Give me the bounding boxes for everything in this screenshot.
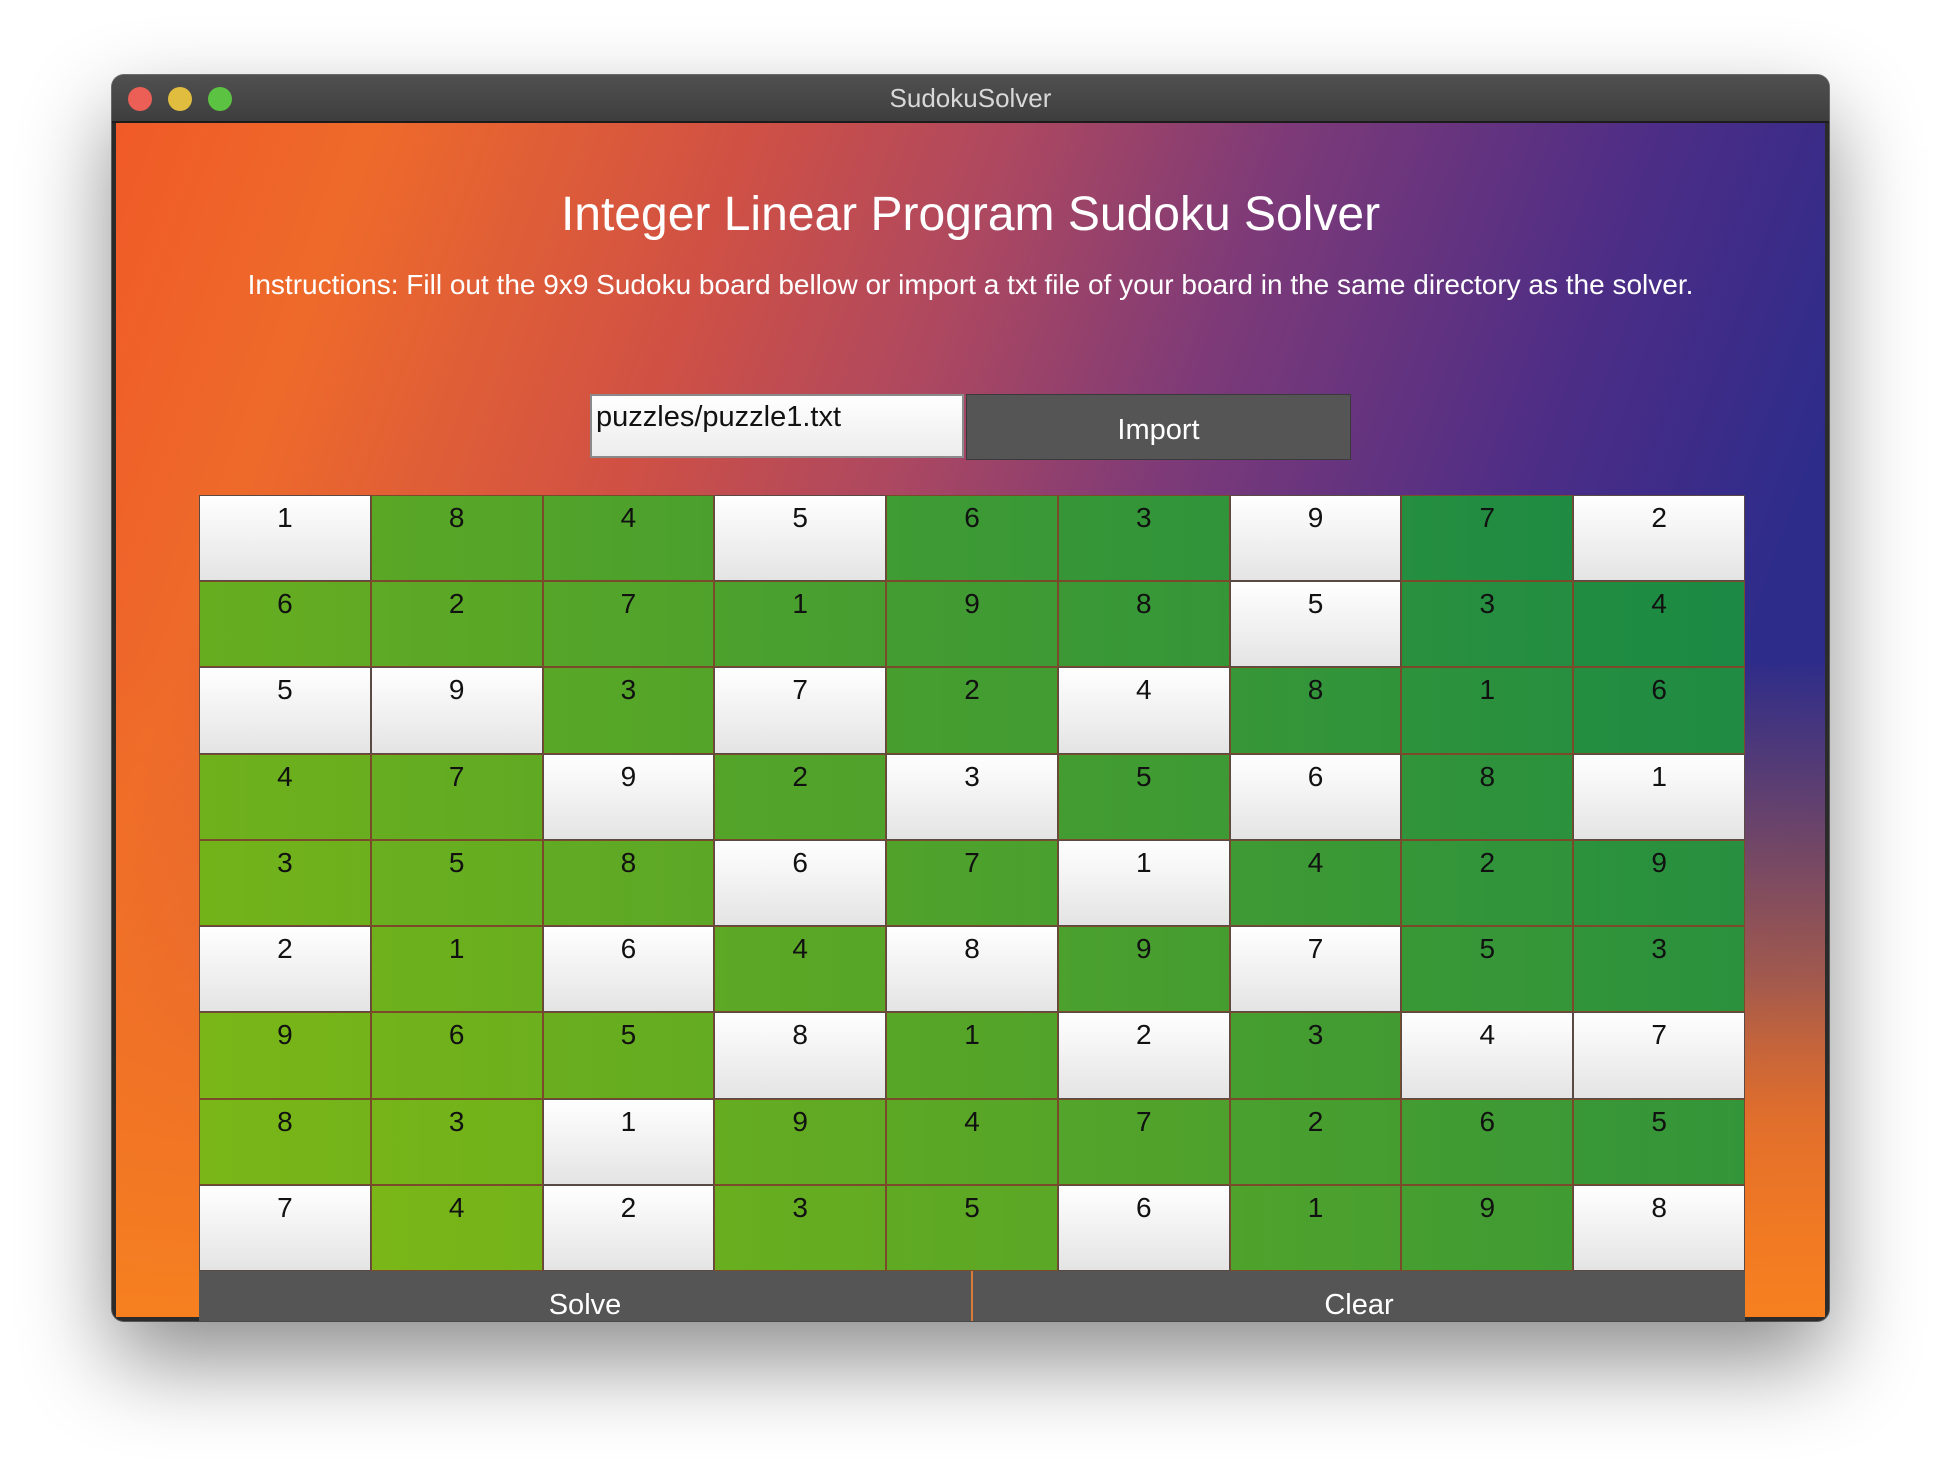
sudoku-cell[interactable]: 5 bbox=[714, 495, 887, 582]
sudoku-cell[interactable]: 7 bbox=[1401, 495, 1574, 582]
sudoku-cell[interactable]: 1 bbox=[1057, 839, 1230, 927]
sudoku-cell[interactable]: 1 bbox=[886, 1012, 1058, 1099]
sudoku-cell[interactable]: 3 bbox=[886, 753, 1058, 840]
sudoku-cell[interactable]: 1 bbox=[370, 926, 543, 1013]
sudoku-cell[interactable]: 8 bbox=[199, 1098, 371, 1185]
sudoku-cell[interactable]: 9 bbox=[1573, 839, 1745, 927]
app-content: Integer Linear Program Sudoku Solver Ins… bbox=[116, 123, 1825, 1321]
sudoku-cell[interactable]: 8 bbox=[370, 495, 543, 582]
sudoku-cell[interactable]: 7 bbox=[1057, 1098, 1230, 1185]
sudoku-cell[interactable]: 6 bbox=[542, 926, 715, 1013]
window-title: SudokuSolver bbox=[889, 83, 1052, 113]
sudoku-cell[interactable]: 8 bbox=[1229, 667, 1402, 754]
sudoku-cell[interactable]: 1 bbox=[1573, 753, 1745, 840]
sudoku-cell[interactable]: 5 bbox=[886, 1184, 1058, 1271]
sudoku-cell[interactable]: 4 bbox=[542, 495, 715, 582]
sudoku-cell[interactable]: 8 bbox=[1573, 1184, 1745, 1271]
sudoku-cell[interactable]: 7 bbox=[714, 667, 887, 754]
sudoku-cell[interactable]: 3 bbox=[542, 667, 715, 754]
sudoku-cell[interactable]: 8 bbox=[1401, 753, 1574, 840]
sudoku-cell[interactable]: 8 bbox=[714, 1012, 887, 1099]
sudoku-board: 1845639726271985345937248164792356813586… bbox=[199, 495, 1745, 1271]
sudoku-cell[interactable]: 4 bbox=[370, 1184, 543, 1271]
sudoku-cell[interactable]: 4 bbox=[1057, 667, 1230, 754]
sudoku-cell[interactable]: 1 bbox=[1401, 667, 1574, 754]
sudoku-cell[interactable]: 5 bbox=[1057, 753, 1230, 840]
sudoku-cell[interactable]: 6 bbox=[714, 839, 887, 927]
sudoku-cell[interactable]: 6 bbox=[1573, 667, 1745, 754]
sudoku-cell[interactable]: 4 bbox=[1573, 581, 1745, 668]
sudoku-cell[interactable]: 2 bbox=[1401, 839, 1574, 927]
sudoku-cell[interactable]: 4 bbox=[199, 753, 371, 840]
sudoku-cell[interactable]: 2 bbox=[1229, 1098, 1402, 1185]
sudoku-cell[interactable]: 2 bbox=[542, 1184, 715, 1271]
sudoku-cell[interactable]: 9 bbox=[1401, 1184, 1574, 1271]
sudoku-cell[interactable]: 9 bbox=[886, 581, 1058, 668]
sudoku-cell[interactable]: 5 bbox=[1229, 581, 1402, 668]
instructions-text: Instructions: Fill out the 9x9 Sudoku bo… bbox=[247, 269, 1694, 300]
sudoku-cell[interactable]: 5 bbox=[1573, 1098, 1745, 1185]
sudoku-cell[interactable]: 3 bbox=[370, 1098, 543, 1185]
sudoku-cell[interactable]: 3 bbox=[1057, 495, 1230, 582]
sudoku-cell[interactable]: 9 bbox=[542, 753, 715, 840]
sudoku-cell[interactable]: 6 bbox=[1401, 1098, 1574, 1185]
sudoku-cell[interactable]: 9 bbox=[1229, 495, 1402, 582]
sudoku-cell[interactable]: 7 bbox=[1573, 1012, 1745, 1099]
sudoku-cell[interactable]: 4 bbox=[1229, 839, 1402, 927]
sudoku-cell[interactable]: 5 bbox=[199, 667, 371, 754]
sudoku-cell[interactable]: 4 bbox=[886, 1098, 1058, 1185]
sudoku-cell[interactable]: 1 bbox=[199, 495, 371, 582]
sudoku-cell[interactable]: 6 bbox=[199, 581, 371, 668]
clear-button[interactable]: Clear bbox=[973, 1271, 1745, 1321]
sudoku-cell[interactable]: 4 bbox=[714, 926, 887, 1013]
sudoku-cell[interactable]: 8 bbox=[542, 839, 715, 927]
sudoku-cell[interactable]: 7 bbox=[886, 839, 1058, 927]
sudoku-cell[interactable]: 7 bbox=[542, 581, 715, 668]
app-window: SudokuSolver Integer Linear Program Sudo… bbox=[112, 75, 1829, 1321]
sudoku-cell[interactable]: 8 bbox=[886, 926, 1058, 1013]
sudoku-cell[interactable]: 6 bbox=[1229, 753, 1402, 840]
sudoku-cell[interactable]: 9 bbox=[370, 667, 543, 754]
sudoku-cell[interactable]: 5 bbox=[542, 1012, 715, 1099]
sudoku-cell[interactable]: 7 bbox=[370, 753, 543, 840]
import-button[interactable]: Import bbox=[966, 394, 1351, 460]
file-path-input[interactable] bbox=[590, 394, 964, 458]
solve-button[interactable]: Solve bbox=[199, 1271, 973, 1321]
sudoku-cell[interactable]: 2 bbox=[199, 926, 371, 1013]
sudoku-cell[interactable]: 2 bbox=[714, 753, 887, 840]
sudoku-cell[interactable]: 3 bbox=[1573, 926, 1745, 1013]
sudoku-cell[interactable]: 5 bbox=[1401, 926, 1574, 1013]
sudoku-cell[interactable]: 6 bbox=[1057, 1184, 1230, 1271]
sudoku-cell[interactable]: 4 bbox=[1401, 1012, 1574, 1099]
sudoku-cell[interactable]: 3 bbox=[714, 1184, 887, 1271]
sudoku-cell[interactable]: 2 bbox=[886, 667, 1058, 754]
sudoku-cell[interactable]: 3 bbox=[1401, 581, 1574, 668]
sudoku-cell[interactable]: 9 bbox=[714, 1098, 887, 1185]
sudoku-cell[interactable]: 1 bbox=[1229, 1184, 1402, 1271]
action-bar: Solve Clear bbox=[199, 1271, 1745, 1321]
sudoku-cell[interactable]: 1 bbox=[542, 1098, 715, 1185]
sudoku-cell[interactable]: 2 bbox=[1573, 495, 1745, 582]
sudoku-cell[interactable]: 7 bbox=[199, 1184, 371, 1271]
page-title: Integer Linear Program Sudoku Solver bbox=[560, 188, 1381, 241]
sudoku-cell[interactable]: 6 bbox=[886, 495, 1058, 582]
sudoku-cell[interactable]: 9 bbox=[1057, 926, 1230, 1013]
sudoku-cell[interactable]: 2 bbox=[1057, 1012, 1230, 1099]
sudoku-cell[interactable]: 3 bbox=[199, 839, 371, 927]
sudoku-cell[interactable]: 8 bbox=[1057, 581, 1230, 668]
sudoku-cell[interactable]: 3 bbox=[1229, 1012, 1402, 1099]
sudoku-cell[interactable]: 7 bbox=[1229, 926, 1402, 1013]
sudoku-cell[interactable]: 2 bbox=[370, 581, 543, 668]
sudoku-cell[interactable]: 1 bbox=[714, 581, 887, 668]
sudoku-cell[interactable]: 5 bbox=[370, 839, 543, 927]
sudoku-cell[interactable]: 9 bbox=[199, 1012, 371, 1099]
sudoku-cell[interactable]: 6 bbox=[370, 1012, 543, 1099]
title-bar[interactable]: SudokuSolver bbox=[112, 75, 1829, 123]
